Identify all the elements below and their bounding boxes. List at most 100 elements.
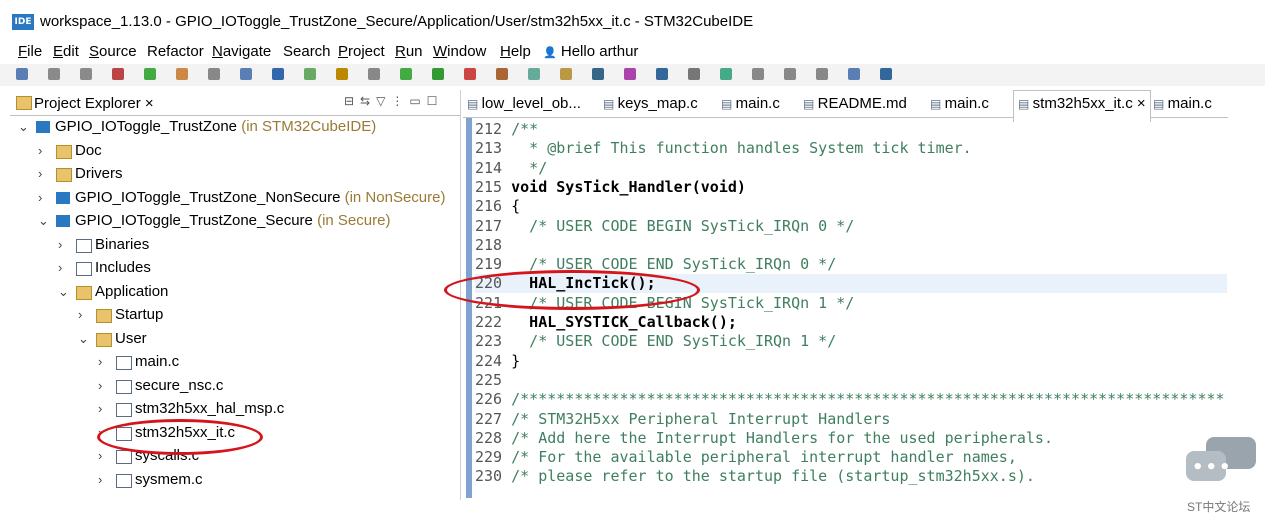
view-toolbar-icons[interactable]: ⊟⇆▽⋮▭☐ <box>344 94 443 108</box>
includes-icon <box>76 262 92 276</box>
toolbar-button-icon[interactable] <box>560 68 572 80</box>
chevron-down-icon[interactable]: ⌄ <box>78 331 89 347</box>
toolbar-button-icon[interactable] <box>624 68 636 80</box>
toolbar-button-icon[interactable] <box>720 68 732 80</box>
tab-stm32h5xx-it-c[interactable]: ▤ stm32h5xx_it.c × <box>1013 90 1151 122</box>
project-icon <box>36 121 50 133</box>
toolbar-button-icon[interactable] <box>880 68 892 80</box>
code-text: { <box>511 197 521 216</box>
tree-item-label: Binaries <box>95 235 150 253</box>
code-line[interactable]: 212 /** <box>475 120 1227 139</box>
menu-project[interactable]: Project <box>338 43 385 60</box>
c-file-icon: ▤ <box>721 97 736 111</box>
toolbar-button-icon[interactable] <box>304 68 316 80</box>
code-line[interactable]: 228 /* Add here the Interrupt Handlers f… <box>475 429 1227 448</box>
code-line[interactable]: 222 HAL_SYSTICK_Callback(); <box>475 313 1227 332</box>
tree-item-label: sysmem.c <box>135 470 203 488</box>
chevron-right-icon[interactable]: › <box>98 472 102 487</box>
project-explorer-title[interactable]: Project Explorer × <box>34 95 154 112</box>
chevron-right-icon[interactable]: › <box>98 378 102 393</box>
toolbar-button-icon[interactable] <box>848 68 860 80</box>
toolbar-button-icon[interactable] <box>784 68 796 80</box>
line-number: 230 <box>475 467 503 486</box>
project-icon <box>56 191 70 204</box>
code-line[interactable]: 223 /* USER CODE END SysTick_IRQn 1 */ <box>475 332 1227 351</box>
menu-hello-arthur[interactable]: 👤 Hello arthur <box>543 43 638 60</box>
code-line[interactable]: 229 /* For the available peripheral inte… <box>475 448 1227 467</box>
menu-edit[interactable]: Edit <box>53 43 79 60</box>
toolbar-button-icon[interactable] <box>432 68 444 80</box>
tab-low-level-ob[interactable]: ▤ low_level_ob... <box>467 95 581 112</box>
chevron-right-icon[interactable]: › <box>98 448 102 463</box>
chevron-right-icon[interactable]: › <box>58 237 62 252</box>
chevron-right-icon[interactable]: › <box>58 260 62 275</box>
tab-keys-map-c[interactable]: ▤ keys_map.c <box>603 95 698 112</box>
code-line[interactable]: 215 void SysTick_Handler(void) <box>475 178 1227 197</box>
code-line[interactable]: 217 /* USER CODE BEGIN SysTick_IRQn 0 */ <box>475 217 1227 236</box>
code-line[interactable]: 225 <box>475 371 1227 390</box>
code-line[interactable]: 213 * @brief This function handles Syste… <box>475 139 1227 158</box>
line-number: 224 <box>475 351 503 370</box>
toolbar-button-icon[interactable] <box>208 68 220 80</box>
code-line[interactable]: 216 { <box>475 197 1227 216</box>
user-icon: 👤 <box>543 47 557 59</box>
tab-main-c[interactable]: ▤ main.c <box>930 95 989 112</box>
toolbar-button-icon[interactable] <box>80 68 92 80</box>
tab-main-c[interactable]: ▤ main.c <box>721 95 780 112</box>
annotation-ellipse-code <box>444 270 700 310</box>
toolbar-button-icon[interactable] <box>656 68 668 80</box>
code-line[interactable]: 227 /* STM32H5xx Peripheral Interrupt Ha… <box>475 410 1227 429</box>
toolbar-button-icon[interactable] <box>528 68 540 80</box>
editor-tabs: ▤ low_level_ob... ▤ keys_map.c ▤ main.c ▤ R… <box>463 90 1228 122</box>
close-icon[interactable]: × <box>145 95 154 112</box>
menu-file[interactable]: File <box>18 43 42 60</box>
code-line[interactable]: 218 <box>475 236 1227 255</box>
chevron-right-icon[interactable]: › <box>38 190 42 205</box>
c-file-icon: ▤ <box>1018 97 1033 111</box>
chevron-right-icon[interactable]: › <box>38 166 42 181</box>
menu-run[interactable]: Run <box>395 43 423 60</box>
line-number: 225 <box>475 370 503 389</box>
toolbar-button-icon[interactable] <box>272 68 284 80</box>
code-line[interactable]: 214 */ <box>475 159 1227 178</box>
chevron-right-icon[interactable]: › <box>98 354 102 369</box>
menu-window[interactable]: Window <box>433 43 486 60</box>
chevron-down-icon[interactable]: ⌄ <box>58 284 69 300</box>
chevron-right-icon[interactable]: › <box>38 143 42 158</box>
tab-readme-md[interactable]: ▤ README.md <box>803 95 907 112</box>
code-line[interactable]: 230 /* please refer to the startup file … <box>475 467 1227 486</box>
code-text: void SysTick_Handler(void) <box>511 177 746 196</box>
chevron-right-icon[interactable]: › <box>78 307 82 322</box>
toolbar-button-icon[interactable] <box>816 68 828 80</box>
tree-item-label: stm32h5xx_hal_msp.c <box>135 400 285 417</box>
toolbar-button-icon[interactable] <box>16 68 28 80</box>
menu-help[interactable]: Help <box>500 43 531 60</box>
toolbar-button-icon[interactable] <box>496 68 508 80</box>
toolbar-button-icon[interactable] <box>240 68 252 80</box>
menu-refactor[interactable]: Refactor <box>147 43 204 60</box>
toolbar-button-icon[interactable] <box>48 68 60 80</box>
toolbar-button-icon[interactable] <box>400 68 412 80</box>
toolbar-button-icon[interactable] <box>688 68 700 80</box>
line-number: 228 <box>475 428 503 447</box>
toolbar-button-icon[interactable] <box>336 68 348 80</box>
project-explorer-header: Project Explorer × ⊟⇆▽⋮▭☐ <box>10 90 460 116</box>
chevron-right-icon[interactable]: › <box>98 401 102 416</box>
menu-source[interactable]: Source <box>89 43 137 60</box>
toolbar-button-icon[interactable] <box>464 68 476 80</box>
tree-item-label: GPIO_IOToggle_TrustZone (in STM32CubeIDE… <box>55 118 377 135</box>
chevron-down-icon[interactable]: ⌄ <box>38 213 49 229</box>
folder-icon <box>56 168 72 182</box>
toolbar-button-icon[interactable] <box>176 68 188 80</box>
tab-main-c[interactable]: ▤ main.c <box>1153 95 1212 112</box>
menu-navigate[interactable]: Navigate <box>212 43 271 60</box>
code-line[interactable]: 226 /***********************************… <box>475 390 1227 409</box>
code-line[interactable]: 224 } <box>475 352 1227 371</box>
menu-search[interactable]: Search <box>283 43 331 60</box>
toolbar-button-icon[interactable] <box>112 68 124 80</box>
toolbar-button-icon[interactable] <box>368 68 380 80</box>
toolbar-button-icon[interactable] <box>144 68 156 80</box>
toolbar-button-icon[interactable] <box>592 68 604 80</box>
toolbar-button-icon[interactable] <box>752 68 764 80</box>
chevron-down-icon[interactable]: ⌄ <box>18 119 29 135</box>
